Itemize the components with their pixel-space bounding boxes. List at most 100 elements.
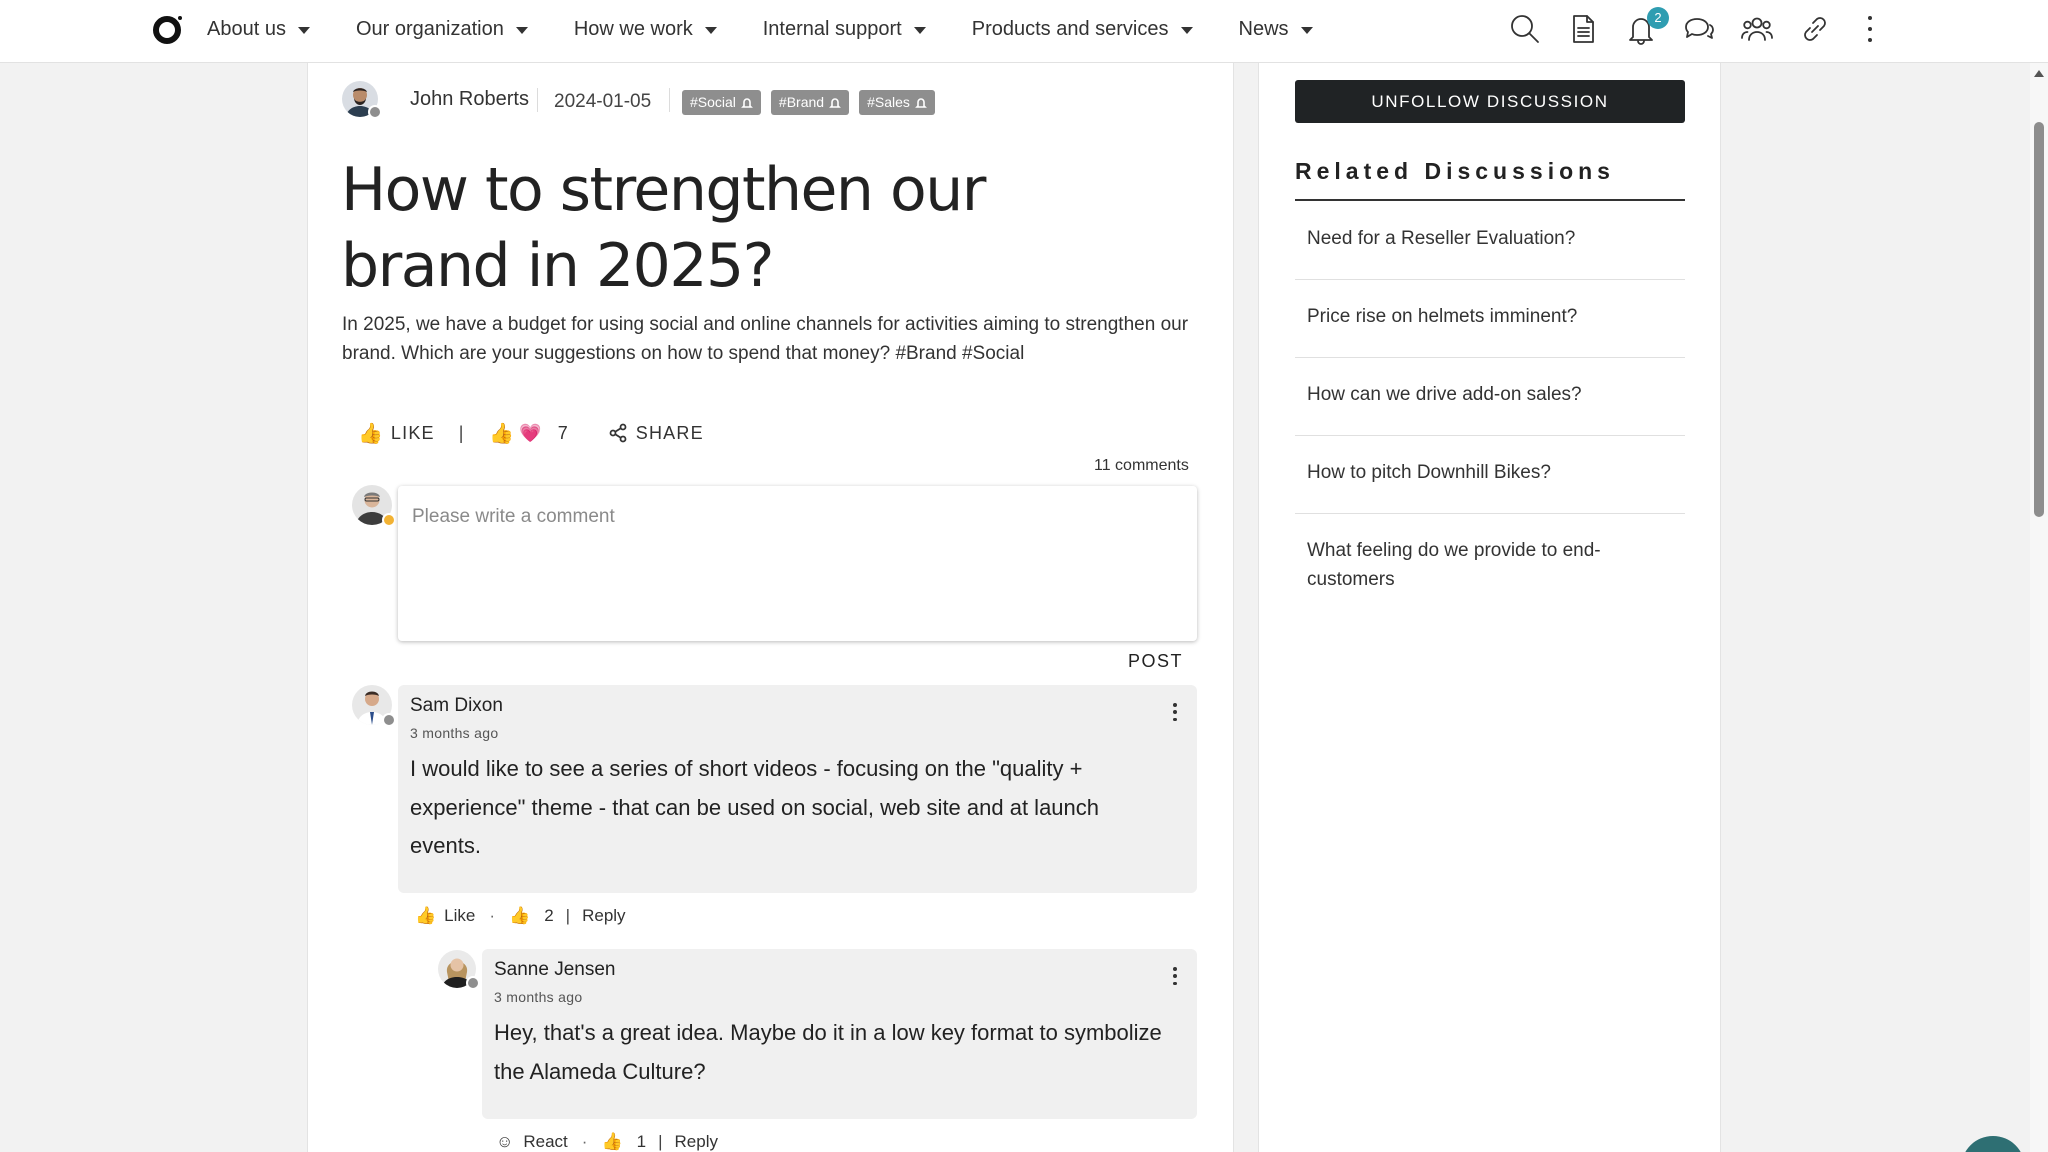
reaction-count[interactable]: 2 xyxy=(544,906,553,926)
caret-down-icon xyxy=(913,26,926,34)
post-actions: 👍 LIKE | 👍 💗 7 SHARE xyxy=(358,418,704,448)
post-author-name[interactable]: John Roberts xyxy=(410,88,529,111)
post-date: 2024-01-05 xyxy=(554,91,652,112)
tag-label: #Sales xyxy=(867,94,910,110)
heart-reaction-icon[interactable]: 💗 xyxy=(519,423,541,444)
menu-label: How we work xyxy=(573,17,693,40)
comment-actions: 👍 Like · 👍 2 | Reply xyxy=(415,904,626,928)
commenter-avatar[interactable] xyxy=(438,950,480,990)
document-icon[interactable] xyxy=(1563,10,1603,48)
reply-actions: ☺ React · 👍 1 | Reply xyxy=(496,1130,718,1152)
menu-news[interactable]: News xyxy=(1239,18,1313,41)
thumbs-up-reaction-icon[interactable]: 👍 xyxy=(601,1132,622,1152)
comment-card: Sam Dixon 3 months ago I would like to s… xyxy=(398,685,1197,893)
related-discussion-item[interactable]: How can we drive add-on sales? xyxy=(1295,358,1685,436)
commenter-name[interactable]: Sanne Jensen xyxy=(494,959,616,981)
divider xyxy=(537,88,538,112)
commenter-name[interactable]: Sam Dixon xyxy=(410,695,503,717)
scroll-up-arrow-icon[interactable] xyxy=(2034,70,2044,77)
menu-label: Our organization xyxy=(355,17,504,40)
reply-button[interactable]: Reply xyxy=(675,1132,718,1152)
notification-badge: 2 xyxy=(1647,7,1669,29)
related-discussions-list: Need for a Reseller Evaluation? Price ri… xyxy=(1295,202,1685,616)
unfollow-discussion-button[interactable]: UNFOLLOW DISCUSSION xyxy=(1295,80,1685,123)
reply-button[interactable]: Reply xyxy=(582,906,625,926)
thumbs-up-reaction-icon[interactable]: 👍 xyxy=(489,421,514,446)
top-navigation-bar: About us Our organization How we work In… xyxy=(0,0,2048,63)
menu-label: Products and services xyxy=(971,17,1169,40)
logo-icon[interactable] xyxy=(152,13,184,45)
caret-down-icon xyxy=(704,26,717,34)
divider: | xyxy=(458,422,464,443)
thumbs-up-icon: 👍 xyxy=(415,906,437,925)
current-user-avatar[interactable] xyxy=(352,485,396,527)
react-smiley-icon: ☺ xyxy=(496,1132,514,1151)
main-menu: About us Our organization How we work In… xyxy=(207,0,1359,58)
tag-label: #Social xyxy=(690,94,736,110)
heading-underline xyxy=(1295,199,1685,201)
menu-about-us[interactable]: About us xyxy=(207,18,310,41)
menu-internal-support[interactable]: Internal support xyxy=(763,18,926,41)
menu-label: News xyxy=(1238,17,1289,40)
tag-list: #Social #Brand #Sales xyxy=(682,90,945,115)
comment-text: I would like to see a series of short vi… xyxy=(410,756,1100,858)
comment-time: 3 months ago xyxy=(410,725,499,741)
menu-how-we-work[interactable]: How we work xyxy=(574,18,717,41)
divider xyxy=(669,88,670,112)
caret-down-icon xyxy=(1300,26,1313,34)
toolbar-icons: 2 xyxy=(1505,7,1853,48)
people-icon[interactable] xyxy=(1737,10,1777,48)
tag-brand[interactable]: #Brand xyxy=(770,90,850,115)
follow-tag-icon xyxy=(740,97,753,108)
separator: · xyxy=(581,1132,588,1151)
menu-our-organization[interactable]: Our organization xyxy=(356,18,528,41)
presence-status-icon xyxy=(466,976,480,990)
more-vertical-icon[interactable] xyxy=(1169,967,1181,985)
tag-sales[interactable]: #Sales xyxy=(859,90,935,115)
like-button[interactable]: LIKE xyxy=(391,423,435,444)
thumbs-up-icon: 👍 xyxy=(358,422,383,445)
post-title: How to strengthen our brand in 2025? xyxy=(341,155,986,301)
share-button[interactable]: SHARE xyxy=(608,423,704,444)
reaction-count[interactable]: 1 xyxy=(637,1132,646,1152)
comment-text: Hey, that's a great idea. Maybe do it in… xyxy=(494,1020,1162,1084)
caret-down-icon xyxy=(297,26,310,34)
menu-label: Internal support xyxy=(762,17,902,40)
search-icon[interactable] xyxy=(1505,10,1545,48)
caret-down-icon xyxy=(1180,26,1193,34)
comment-input[interactable]: Please write a comment xyxy=(398,486,1197,641)
react-button[interactable]: React xyxy=(523,1132,567,1152)
divider: | xyxy=(658,1132,663,1151)
presence-status-icon xyxy=(382,513,396,527)
commenter-avatar[interactable] xyxy=(352,685,396,727)
related-discussions-heading: Related Discussions xyxy=(1295,158,1615,184)
author-avatar[interactable] xyxy=(342,81,382,119)
related-discussion-item[interactable]: What feeling do we provide to end-custom… xyxy=(1295,514,1685,616)
scrollbar-thumb[interactable] xyxy=(2034,122,2044,517)
more-vertical-icon[interactable] xyxy=(1169,703,1181,721)
tag-social[interactable]: #Social xyxy=(682,90,761,115)
share-icon xyxy=(609,423,627,443)
related-discussion-item[interactable]: How to pitch Downhill Bikes? xyxy=(1295,436,1685,514)
chat-icon[interactable] xyxy=(1679,10,1719,48)
reply-card: Sanne Jensen 3 months ago Hey, that's a … xyxy=(482,949,1197,1119)
reaction-count[interactable]: 7 xyxy=(558,423,568,444)
tag-label: #Brand xyxy=(778,94,825,110)
floating-action-button[interactable] xyxy=(1961,1136,2025,1152)
comment-time: 3 months ago xyxy=(494,989,583,1005)
thumbs-up-reaction-icon[interactable]: 👍 xyxy=(509,906,530,926)
caret-down-icon xyxy=(515,26,528,34)
menu-products-and-services[interactable]: Products and services xyxy=(972,18,1193,41)
related-discussion-item[interactable]: Price rise on helmets imminent? xyxy=(1295,280,1685,358)
post-body: In 2025, we have a budget for using soci… xyxy=(342,314,1189,364)
separator: · xyxy=(489,906,496,925)
related-discussion-item[interactable]: Need for a Reseller Evaluation? xyxy=(1295,202,1685,280)
comment-like-button[interactable]: Like xyxy=(444,906,475,926)
divider: | xyxy=(565,906,571,925)
follow-tag-icon xyxy=(829,97,842,108)
bell-icon[interactable]: 2 xyxy=(1621,7,1669,48)
link-icon[interactable] xyxy=(1795,10,1835,48)
more-vertical-icon[interactable] xyxy=(1862,16,1878,42)
comments-count: 11 comments xyxy=(1094,457,1189,474)
post-comment-button[interactable]: POST xyxy=(1128,651,1183,672)
